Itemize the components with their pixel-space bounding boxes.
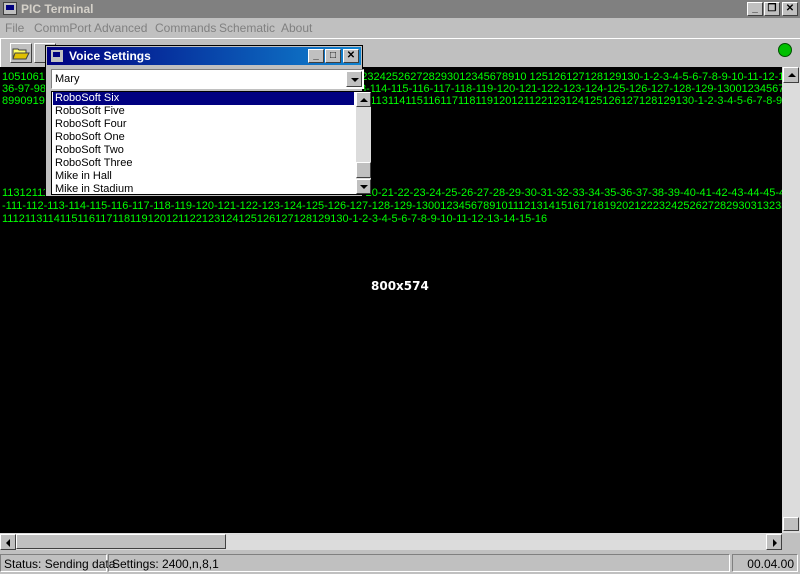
elapsed-time: 00.04.00 [732,554,798,572]
terminal-line: -111-112-113-114-115-116-117-118-119-120… [2,200,782,212]
minimize-button[interactable]: _ [747,2,763,16]
scroll-left-icon [6,539,10,547]
voice-select[interactable]: Mary [51,69,364,89]
app-icon[interactable] [3,2,17,15]
menu-bar: File CommPort Advanced Commands Schemati… [0,19,800,37]
scroll-left-button[interactable] [0,534,16,550]
horizontal-scroll-thumb[interactable] [16,534,226,549]
voice-options-list[interactable]: RoboSoft Six RoboSoft Five RoboSoft Four… [51,91,372,195]
terminal-line: 1112113114115116117118119120121122123124… [2,213,548,225]
scroll-right-icon [773,539,777,547]
status-text: Status: Sending data [0,554,115,572]
dropdown-arrow-icon [351,78,359,82]
size-overlay-label: 800x574 [371,279,429,293]
open-button[interactable] [10,43,32,63]
menu-file[interactable]: File [5,21,24,35]
voice-select-value: Mary [55,73,80,85]
open-folder-icon [12,48,30,60]
voice-option[interactable]: Mike in Hall [53,170,354,183]
dialog-title-bar[interactable]: Voice Settings _ □ ✕ [47,47,361,65]
restore-button[interactable]: ❐ [764,2,780,16]
status-led-icon [778,43,792,57]
vertical-scroll-thumb[interactable] [783,517,799,531]
menu-advanced[interactable]: Advanced [94,21,147,35]
list-scroll-down-button[interactable] [356,179,371,194]
menu-about[interactable]: About [281,21,312,35]
scroll-up-icon [360,98,368,102]
vertical-scrollbar[interactable] [782,67,800,533]
menu-schematic[interactable]: Schematic [219,21,275,35]
close-button[interactable]: ✕ [782,2,798,16]
scroll-up-button[interactable] [783,67,799,83]
status-bar: Status: Sending data Settings: 2400,n,8,… [0,552,800,574]
voice-option[interactable]: RoboSoft Two [53,144,354,157]
dialog-close-button[interactable]: ✕ [343,49,359,63]
voice-option[interactable]: RoboSoft Three [53,157,354,170]
list-scrollbar[interactable] [356,92,371,194]
dialog-minimize-button[interactable]: _ [308,49,324,63]
title-bar: PIC Terminal _ ❐ ✕ [0,0,800,18]
voice-dropdown-button[interactable] [346,71,362,87]
menu-commands[interactable]: Commands [155,21,216,35]
voice-option[interactable]: RoboSoft Five [53,105,354,118]
list-scroll-thumb[interactable] [356,162,371,178]
voice-option[interactable]: RoboSoft Four [53,118,354,131]
dialog-icon [51,50,63,62]
horizontal-scrollbar[interactable] [0,533,782,550]
menu-commport[interactable]: CommPort [34,21,91,35]
scroll-up-icon [788,73,796,77]
voice-settings-dialog: Voice Settings _ □ ✕ Mary RoboSoft Six R… [45,45,372,197]
scroll-down-icon [360,185,368,189]
window-title: PIC Terminal [21,2,94,16]
voice-option[interactable]: RoboSoft One [53,131,354,144]
scroll-right-button[interactable] [766,534,782,550]
list-scroll-up-button[interactable] [356,92,371,107]
voice-option[interactable]: Mike in Stadium [53,183,354,194]
dialog-title: Voice Settings [69,49,151,63]
voice-option[interactable]: RoboSoft Six [53,92,354,105]
scroll-corner [782,533,800,550]
dialog-maximize-button[interactable]: □ [325,49,341,63]
settings-text: Settings: 2400,n,8,1 [108,554,730,572]
